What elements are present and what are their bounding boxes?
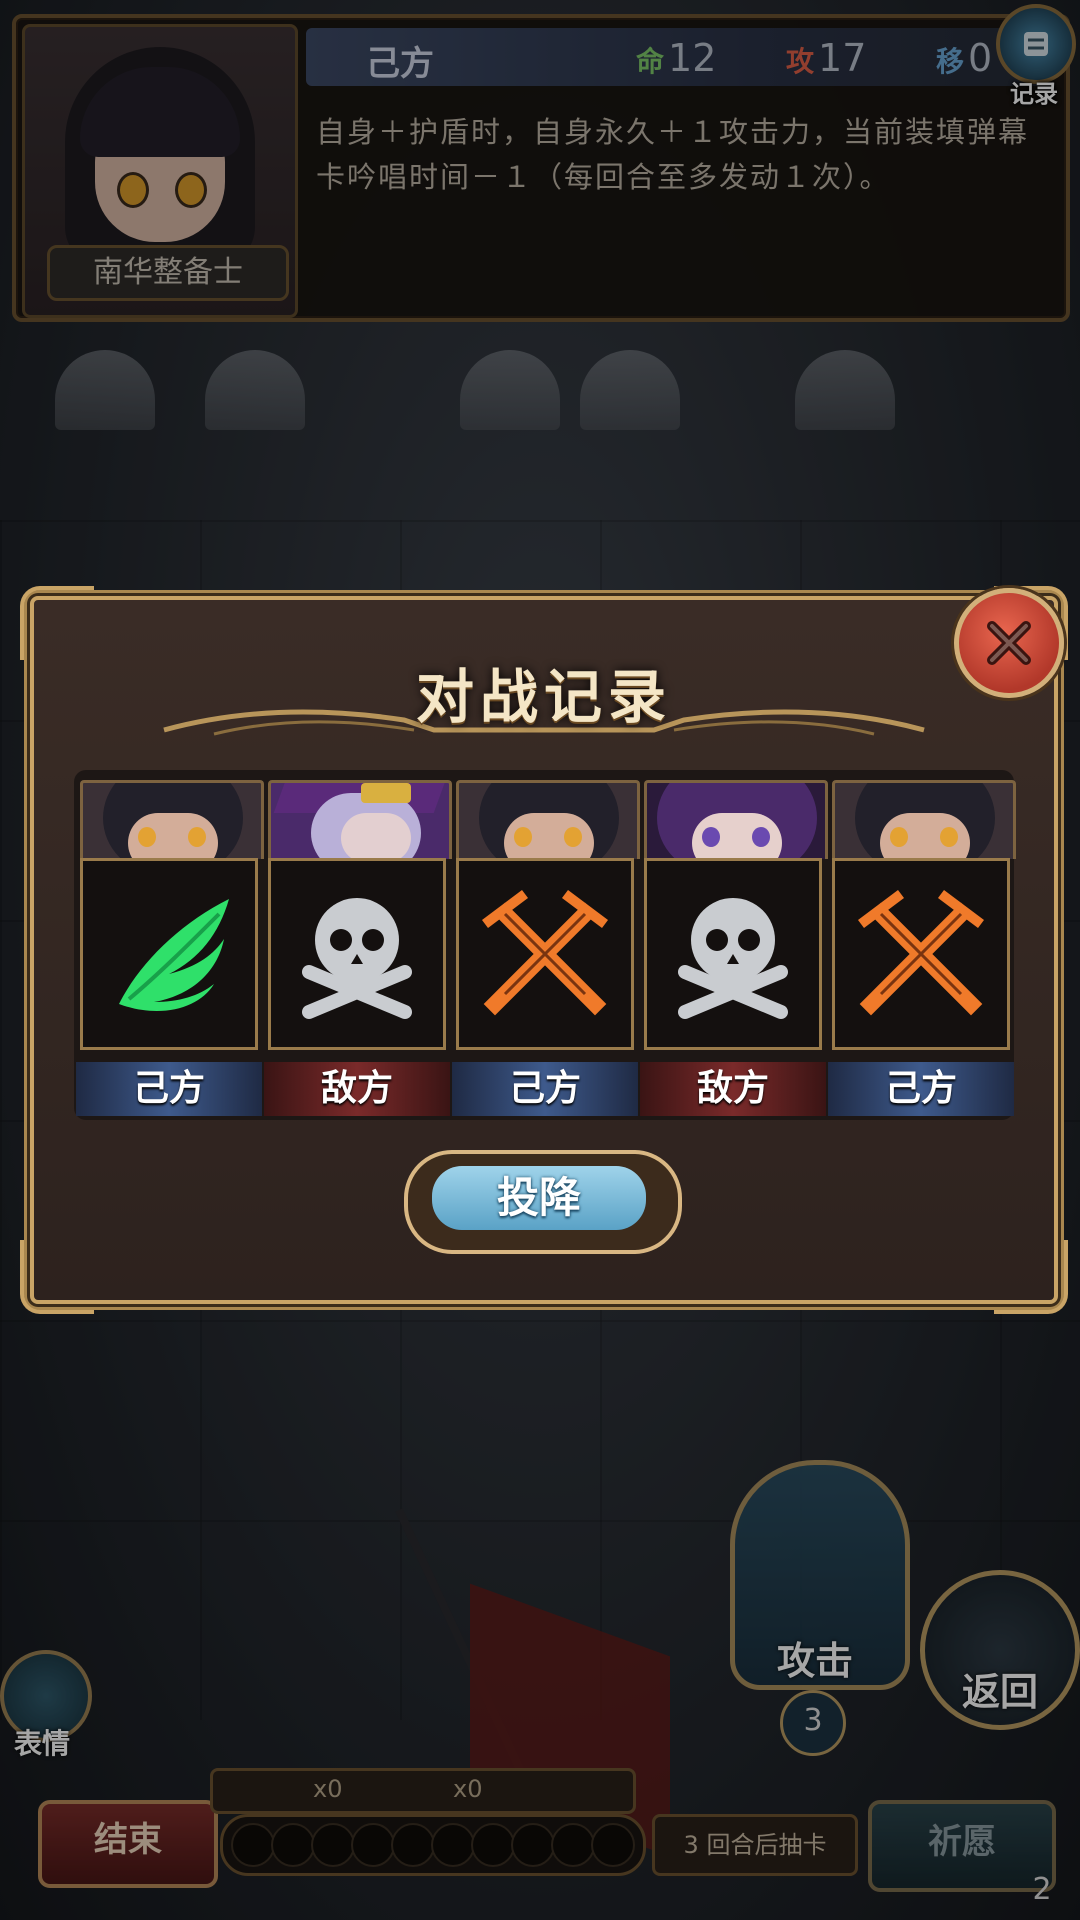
record-card[interactable]: 己方 xyxy=(76,780,264,1116)
side-tag: 己方 xyxy=(452,1062,638,1116)
surrender-label: 投降 xyxy=(432,1166,646,1230)
side-tag: 敌方 xyxy=(264,1062,450,1116)
crossed-swords-icon xyxy=(456,858,634,1050)
crossed-swords-icon xyxy=(832,858,1010,1050)
record-card[interactable]: 敌方 xyxy=(640,780,828,1116)
skull-crossbones-icon xyxy=(644,858,822,1050)
frame-corner xyxy=(20,586,94,660)
skull-crossbones-icon xyxy=(268,858,446,1050)
dialog-title: 对战记录 xyxy=(415,663,672,731)
avatar xyxy=(644,780,828,859)
avatar xyxy=(832,780,1016,859)
close-button[interactable] xyxy=(954,588,1064,698)
frame-corner xyxy=(20,1240,94,1314)
close-icon xyxy=(987,621,1031,665)
side-tag: 己方 xyxy=(76,1062,262,1116)
green-wing-icon xyxy=(80,858,258,1050)
frame-corner xyxy=(994,1240,1068,1314)
avatar xyxy=(268,780,452,859)
record-card[interactable]: 己方 xyxy=(828,780,1016,1116)
avatar xyxy=(80,780,264,859)
battle-record-dialog: 对战记录 己方 敌方 己方 敌方 己方 投降 xyxy=(20,586,1068,1314)
avatar xyxy=(456,780,640,859)
surrender-button[interactable]: 投降 xyxy=(404,1150,682,1254)
side-tag: 敌方 xyxy=(640,1062,826,1116)
record-card[interactable]: 敌方 xyxy=(264,780,452,1116)
record-card[interactable]: 己方 xyxy=(452,780,640,1116)
record-list: 己方 敌方 己方 敌方 己方 xyxy=(74,770,1016,1120)
side-tag: 己方 xyxy=(828,1062,1014,1116)
